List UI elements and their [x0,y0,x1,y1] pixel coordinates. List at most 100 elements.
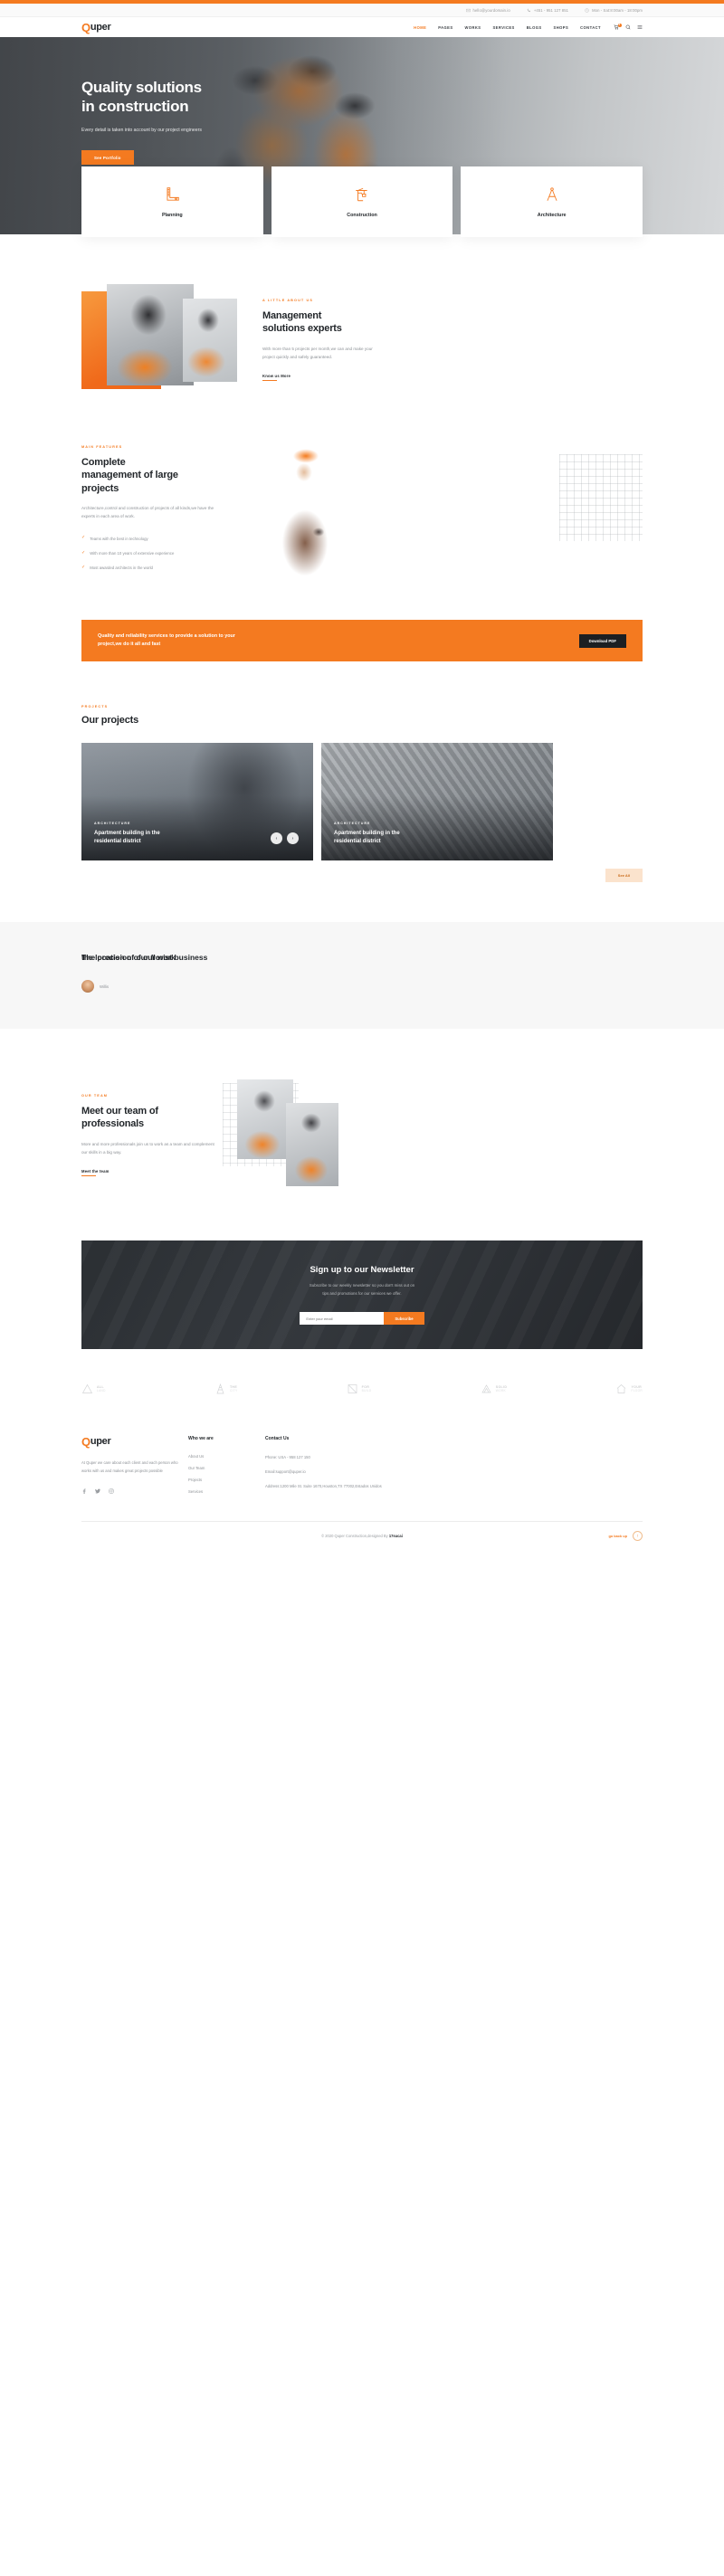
project-card[interactable]: ARCHITECTURE Apartment building in the r… [321,743,553,861]
project-card[interactable]: ARCHITECTURE Apartment building in the r… [81,743,313,861]
footer-contact-email[interactable]: Email:support@quper.io [265,1469,643,1476]
project-name: Apartment building in the residential di… [94,830,203,846]
top-info-bar: hello@yourdomain.io +451 - 951 127 851 M… [0,4,724,17]
hero-title-line1: Quality solutions [81,79,202,96]
footer-link-services[interactable]: Services [188,1489,265,1494]
client-logo-text: ALL LAND [97,1385,106,1393]
footer-social-links [81,1488,188,1495]
features-eyebrow: MAIN FEATURES [81,445,123,449]
topbar-email[interactable]: hello@yourdomain.io [465,7,510,13]
team-photo-one [237,1079,293,1160]
feature-item: ✓ Most awarded architects in the world [81,565,217,571]
service-card-planning[interactable]: Planning [81,166,263,237]
footer: Quper At Quper we care about each client… [0,1394,724,1495]
hamburger-menu-icon[interactable] [637,24,643,30]
nav-item-blogs[interactable]: BLOGS [527,25,542,30]
newsletter-title: Sign up to our Newsletter [310,1265,414,1276]
service-card-architecture[interactable]: Architecture [461,166,643,237]
nav-item-shops[interactable]: SHOPS [554,25,569,30]
team-images [217,1079,643,1193]
tower-logo-icon [214,1383,226,1394]
download-banner-text: Quality and reliability services to prov… [98,632,235,647]
topbar-hours-text: Mon - Sat:8:00am - 18:00pm [592,7,643,13]
nav-item-works[interactable]: WORKS [465,25,481,30]
footer-link-our-team[interactable]: Our Team [188,1466,265,1470]
about-title: Management solutions experts [262,309,377,336]
nav-item-pages[interactable]: PAGES [438,25,452,30]
newsletter-subscribe-button[interactable]: Subscribe [384,1312,424,1326]
footer-logo-q: Q [81,1435,90,1450]
footer-link-about-us[interactable]: About Us [188,1454,265,1459]
newsletter-subtitle-line1: Subscribe to our weekly newsletter so yo… [309,1283,415,1288]
nav-item-contact[interactable]: CONTACT [580,25,601,30]
topbar-phone[interactable]: +451 - 951 127 851 [527,8,568,13]
newsletter-email-input[interactable] [300,1312,385,1326]
client-logo-name2: FLOOR [631,1389,643,1393]
carousel-prev-button[interactable]: ‹ [271,832,282,845]
project-name-line1: Apartment building in the [334,831,400,837]
footer-link-projects[interactable]: Projects [188,1478,265,1482]
footer-contact-list: Phone: USA - 958 127 150 Email:support@q… [265,1454,643,1489]
download-pdf-button[interactable]: Download PDF [578,633,626,648]
facebook-icon[interactable] [81,1488,87,1495]
team-section: OUR TEAM Meet our team of professionals … [0,1029,724,1193]
testimonial-author-name: Willis [100,984,110,989]
team-body: More and more professionals join us to w… [81,1141,214,1155]
service-card-construction[interactable]: Construction [271,166,453,237]
feature-item-label: With more than 10 years of extensive exp… [90,551,175,556]
team-photo-two [286,1103,338,1187]
footer-logo[interactable]: Quper [81,1436,188,1448]
team-title: Meet our team of professionals [81,1105,217,1131]
cart-icon[interactable]: 2 [614,23,622,30]
check-icon: ✓ [81,564,86,570]
newsletter-section: Sign up to our Newsletter Subscribe to o… [81,1240,643,1350]
project-card-text: ARCHITECTURE Apartment building in the r… [94,822,203,846]
client-logos: ALL LAND THE CITY FOR BUILD SOLID WORK Y… [0,1349,724,1394]
project-name-line1: Apartment building in the [94,831,160,837]
twitter-icon[interactable] [95,1488,100,1494]
brand-logo[interactable]: Quper [81,22,111,33]
project-category: ARCHITECTURE [334,822,371,826]
carousel-next-button[interactable]: › [287,832,299,845]
client-logo-text: SOLID WORK [496,1385,507,1393]
projects-section: PROJECTS Our projects ARCHITECTURE Apart… [0,661,724,883]
ruler-square-icon [164,186,180,203]
topbar-phone-text: +451 - 951 127 851 [533,7,569,13]
see-portfolio-button[interactable]: See Portfolio [81,150,134,166]
go-top-control[interactable]: go back up ↑ [608,1531,643,1542]
features-list: ✓ Teams with the best in technology ✓ Wi… [81,536,217,572]
triangle-logo-icon [81,1383,93,1394]
features-title-line1: Complete [81,457,126,468]
project-name-line2: residential district [94,839,141,845]
footer-copyright-brand[interactable]: 17sucai [389,1534,403,1538]
topbar-email-text: hello@yourdomain.io [472,7,510,13]
newsletter-subtitle-line2: tips and promotions for our services we … [322,1290,402,1296]
arrow-up-icon[interactable]: ↑ [633,1531,643,1542]
newsletter-subtitle: Subscribe to our weekly newsletter so yo… [300,1282,424,1298]
newsletter-content: Sign up to our Newsletter Subscribe to o… [300,1265,424,1326]
footer-who-heading: Who we are [188,1436,214,1442]
square-logo-icon [347,1383,358,1394]
service-card-construction-label: Construction [347,212,377,218]
footer-logo-rest: uper [90,1436,111,1448]
client-logo: THE CITY [214,1383,237,1394]
instagram-icon[interactable] [109,1488,114,1494]
projects-carousel[interactable]: ARCHITECTURE Apartment building in the r… [81,743,724,861]
compass-icon [544,186,560,203]
service-cards: Planning Construction Architecture [0,166,724,237]
see-all-button[interactable]: See All [605,869,643,883]
home-logo-icon [615,1383,627,1394]
team-eyebrow: OUR TEAM [81,1094,109,1098]
footer-contact-heading: Contact Us [265,1436,290,1442]
nav-item-home[interactable]: HOME [414,25,426,30]
client-logo-text: YOUR FLOOR [631,1385,642,1393]
nav-item-services[interactable]: SERVICES [493,25,515,30]
service-card-architecture-label: Architecture [537,212,567,218]
about-know-more-link[interactable]: Know us More [262,374,291,381]
team-text: OUR TEAM Meet our team of professionals … [81,1079,217,1193]
projects-heading: PROJECTS Our projects [81,705,724,727]
search-icon[interactable] [625,24,631,30]
footer-who-list: About Us Our Team Projects Services [188,1454,265,1494]
meet-the-team-link[interactable]: Meet the team [81,1169,110,1176]
projects-title: Our projects [81,715,139,726]
